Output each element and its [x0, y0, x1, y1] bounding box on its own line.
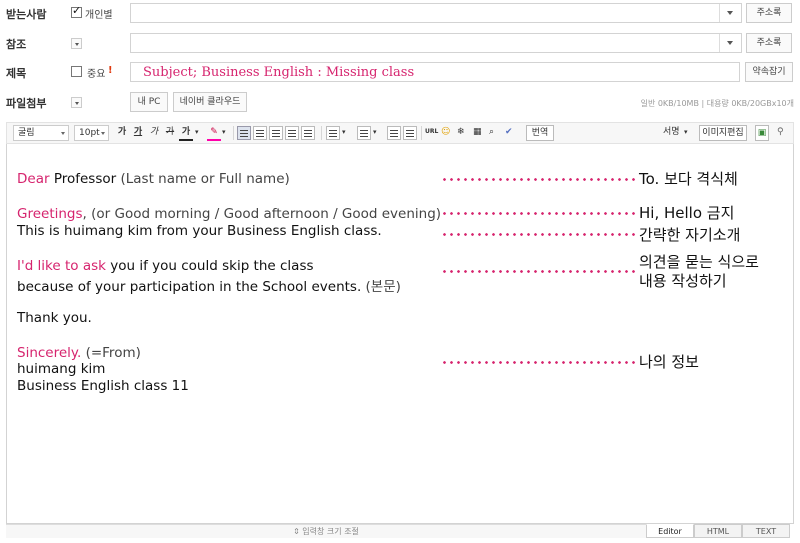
highlight-dropdown-icon[interactable]: ▾	[222, 125, 226, 141]
cc-dropdown-icon[interactable]	[719, 34, 741, 52]
important-checkbox[interactable]	[71, 66, 82, 77]
attach-expand-icon[interactable]	[71, 97, 82, 108]
salutation-name: Professor	[49, 171, 117, 187]
subject-row: 제목 중요 ! Subject; Business English : Miss…	[0, 60, 800, 84]
tab-html[interactable]: HTML	[694, 524, 742, 538]
body-line-class: Business English class 11	[17, 378, 189, 394]
indent-icon[interactable]	[403, 126, 417, 140]
recipient-label: 받는사람	[6, 8, 47, 21]
shortcut-button[interactable]: 약속잡기	[745, 62, 793, 82]
annotation-dots-4	[441, 270, 635, 273]
font-color-button[interactable]: 가	[179, 125, 193, 141]
reason-text: because of your participation in the Sch…	[17, 279, 362, 295]
translate-button[interactable]: 번역	[526, 125, 554, 141]
recipient-dropdown-icon[interactable]	[719, 4, 741, 22]
align-left-icon[interactable]	[237, 126, 251, 140]
spellcheck-icon[interactable]: ✔	[505, 125, 513, 141]
closing-hint: (=From)	[81, 345, 141, 361]
important-mark: !	[108, 65, 113, 76]
cc-expand-icon[interactable]	[71, 38, 82, 49]
cc-label: 참조	[6, 38, 27, 51]
editor-toolbar: 굴림 10pt 가 가 가 가 가 ▾ ✎ ▾ ▾ ▾ URL ☺ ❄ ▦ ⌕ …	[6, 122, 794, 144]
body-line-reason: because of your participation in the Sch…	[17, 275, 401, 295]
bullet-list-icon[interactable]	[357, 126, 371, 140]
reason-hint: (본문)	[361, 279, 401, 295]
salutation-hint: (Last name or Full name)	[116, 171, 290, 187]
greeting-hint: , (or Good morning / Good afternoon / Go…	[82, 206, 442, 222]
font-color-dropdown-icon[interactable]: ▾	[195, 125, 199, 141]
align-justify-icon[interactable]	[285, 126, 299, 140]
special-char-icon[interactable]: ❄	[457, 125, 465, 141]
highlight-icon[interactable]: ✎	[207, 125, 221, 141]
font-select[interactable]: 굴림	[13, 125, 69, 141]
request-text: you if you could skip the class	[105, 258, 314, 274]
attach-label: 파일첨부	[6, 97, 47, 110]
link-icon[interactable]: URL	[425, 125, 438, 141]
greeting-keyword: Greetings	[17, 206, 83, 222]
attach-row: 파일첨부 내 PC 네이버 클라우드 일반 0KB/10MB | 대용량 0KB…	[0, 90, 800, 114]
tab-text[interactable]: TEXT	[742, 524, 790, 538]
attach-info: 일반 0KB/10MB | 대용량 0KB/20GBx10개	[640, 99, 794, 108]
body-line-name: huimang kim	[17, 361, 106, 377]
body-line-thanks: Thank you.	[17, 310, 92, 326]
table-icon[interactable]: ▦	[473, 125, 482, 141]
my-pc-button[interactable]: 내 PC	[130, 92, 168, 112]
annotation-5: 나의 정보	[639, 353, 699, 371]
find-icon[interactable]: ⌕	[489, 125, 494, 141]
map-pin-icon[interactable]: ⚲	[777, 125, 784, 141]
annotation-2: Hi, Hello 금지	[639, 204, 735, 222]
subject-label: 제목	[6, 67, 27, 80]
annotation-dots-2	[441, 212, 635, 215]
bullet-list-dropdown-icon[interactable]: ▾	[373, 125, 377, 141]
body-line-salutation: Dear Professor (Last name or Full name)	[17, 171, 290, 187]
font-size-select[interactable]: 10pt	[74, 125, 109, 141]
cc-input[interactable]	[130, 33, 742, 53]
closing-keyword: Sincerely.	[17, 345, 82, 361]
numbered-list-dropdown-icon[interactable]: ▾	[342, 125, 346, 141]
signature-dropdown-icon[interactable]: ▾	[684, 125, 688, 141]
resize-handle[interactable]: ⇕ 입력창 크기 조절	[6, 524, 646, 538]
recipient-input[interactable]	[130, 3, 742, 23]
underline-button[interactable]: 가	[131, 125, 145, 141]
editor-body[interactable]: Dear Professor (Last name or Full name) …	[6, 144, 794, 524]
bold-button[interactable]: 가	[115, 125, 129, 141]
body-line-closing: Sincerely. (=From)	[17, 345, 141, 361]
strikethrough-button[interactable]: 가	[163, 125, 177, 141]
annotation-4b: 내용 작성하기	[639, 272, 727, 290]
image-icon[interactable]: ▣	[755, 125, 769, 141]
annotation-1: To. 보다 격식체	[639, 170, 738, 188]
align-right-icon[interactable]	[269, 126, 283, 140]
annotation-4a: 의견을 묻는 식으로	[639, 253, 759, 271]
individual-label: 개인별	[85, 10, 113, 21]
line-height-icon[interactable]	[301, 126, 315, 140]
subject-input[interactable]: Subject; Business English : Missing clas…	[130, 62, 740, 82]
italic-button[interactable]: 가	[147, 125, 161, 141]
recipient-row: 받는사람 개인별 주소록	[0, 1, 800, 25]
request-keyword: I'd like to ask	[17, 258, 106, 274]
individual-checkbox[interactable]	[71, 4, 82, 18]
annotation-dots-3	[441, 233, 635, 236]
annotation-dots-5	[441, 361, 635, 364]
body-line-greeting: Greetings, (or Good morning / Good after…	[17, 206, 441, 222]
numbered-list-icon[interactable]	[326, 126, 340, 140]
body-line-intro: This is huimang kim from your Business E…	[17, 223, 382, 239]
body-line-request: I'd like to ask you if you could skip th…	[17, 258, 314, 274]
cc-address-book-button[interactable]: 주소록	[746, 33, 792, 53]
tab-editor[interactable]: Editor	[646, 524, 694, 538]
image-edit-button[interactable]: 이미지편집	[699, 125, 747, 141]
align-center-icon[interactable]	[253, 126, 267, 140]
naver-cloud-button[interactable]: 네이버 클라우드	[173, 92, 247, 112]
cc-row: 참조 주소록	[0, 31, 800, 55]
address-book-button[interactable]: 주소록	[746, 3, 792, 23]
outdent-icon[interactable]	[387, 126, 401, 140]
emoticon-icon[interactable]: ☺	[441, 125, 450, 141]
subject-value: Subject; Business English : Missing clas…	[143, 65, 415, 80]
salutation-keyword: Dear	[17, 171, 50, 187]
annotation-dots-1	[441, 178, 635, 181]
annotation-3: 간략한 자기소개	[639, 226, 741, 244]
important-label: 중요	[87, 69, 106, 80]
